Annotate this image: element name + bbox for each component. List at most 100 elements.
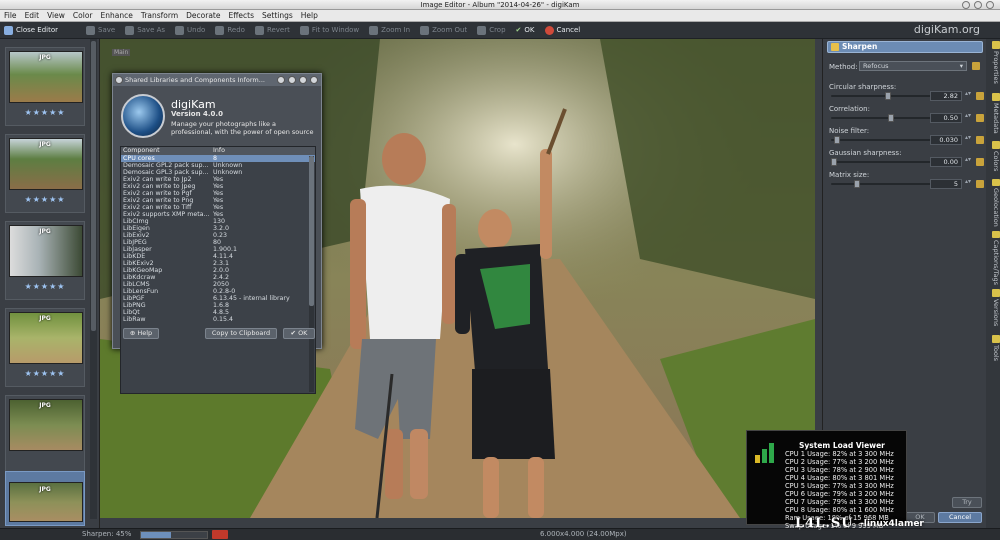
zoom-in-button[interactable]: Zoom In — [369, 25, 410, 35]
minimize-button[interactable] — [962, 1, 970, 9]
table-row[interactable]: Exiv2 can write to Png Yes — [121, 197, 315, 204]
spinner-arrows-icon[interactable]: ▴▾ — [964, 157, 972, 167]
reset-icon[interactable] — [976, 158, 984, 166]
table-row[interactable]: LibKGeoMap 2.0.0 — [121, 267, 315, 274]
slider-handle[interactable] — [831, 158, 837, 166]
table-row[interactable]: LibLCMS 2050 — [121, 281, 315, 288]
tab-tools[interactable]: Tools — [986, 335, 1000, 371]
menu-edit[interactable]: Edit — [21, 11, 44, 20]
table-row[interactable]: LibKDE 4.11.4 — [121, 253, 315, 260]
menu-transform[interactable]: Transform — [137, 11, 182, 20]
table-scrollbar-handle[interactable] — [309, 156, 314, 306]
tab-geolocation[interactable]: Geolocation — [986, 179, 1000, 227]
table-row[interactable]: LibPNG 1.6.8 — [121, 302, 315, 309]
table-row[interactable]: LibRaw 0.15.4 — [121, 316, 315, 323]
crop-button[interactable]: Crop — [477, 25, 506, 35]
thumbnail-item[interactable]: JPG ★★★★★ — [5, 221, 85, 300]
reset-icon[interactable] — [976, 180, 984, 188]
tab-properties[interactable]: Properties — [986, 41, 1000, 89]
dialog-maximize-icon[interactable] — [299, 76, 307, 84]
table-row[interactable]: LibLensFun 0.2.8-0 — [121, 288, 315, 295]
table-row[interactable]: Demosaic GPL2 pack sup... Unknown — [121, 162, 315, 169]
table-row[interactable]: Demosaic GPL3 pack sup... Unknown — [121, 169, 315, 176]
table-scrollbar[interactable] — [309, 156, 314, 392]
tab-colors[interactable]: Colors — [986, 141, 1000, 175]
ok-button[interactable]: ✔ OK — [516, 26, 535, 34]
table-row[interactable]: LibCImg 130 — [121, 218, 315, 225]
undo-button[interactable]: Undo — [175, 25, 205, 35]
thumbnail-item[interactable]: JPG ★★★★★ — [5, 47, 85, 126]
close-window-button[interactable] — [986, 1, 994, 9]
menu-view[interactable]: View — [43, 11, 69, 20]
reset-icon[interactable] — [976, 114, 984, 122]
tab-versions[interactable]: Versions — [986, 289, 1000, 331]
param-value-input[interactable]: 2.82 — [930, 91, 962, 101]
spinner-arrows-icon[interactable]: ▴▾ — [964, 113, 972, 123]
reset-icon[interactable] — [976, 92, 984, 100]
param-value-input[interactable]: 0.50 — [930, 113, 962, 123]
menu-settings[interactable]: Settings — [258, 11, 297, 20]
spinner-arrows-icon[interactable]: ▴▾ — [964, 135, 972, 145]
reset-icon[interactable] — [976, 136, 984, 144]
table-row[interactable]: LibJasper 1.900.1 — [121, 246, 315, 253]
menu-effects[interactable]: Effects — [225, 11, 259, 20]
thumbnail-scrollbar[interactable] — [90, 39, 97, 519]
param-value-input[interactable]: 0.030 — [930, 135, 962, 145]
table-row[interactable]: LibEigen 3.2.0 — [121, 225, 315, 232]
help-button[interactable]: ⊕ Help — [123, 328, 159, 339]
dialog-minimize-icon[interactable] — [288, 76, 296, 84]
zoom-out-button[interactable]: Zoom Out — [420, 25, 467, 35]
dialog-close-icon[interactable] — [310, 76, 318, 84]
dialog-menu-icon[interactable] — [115, 76, 123, 84]
slider-handle[interactable] — [884, 92, 891, 100]
cancel-button[interactable]: Cancel — [544, 25, 580, 35]
slider-handle[interactable] — [853, 180, 860, 188]
thumbnail-item[interactable]: JPG — [5, 395, 85, 474]
table-row[interactable]: Exiv2 can write to Jpeg Yes — [121, 183, 315, 190]
param-value-input[interactable]: 0.00 — [930, 157, 962, 167]
redo-button[interactable]: Redo — [215, 25, 245, 35]
table-row[interactable]: CPU cores 8 — [121, 155, 315, 162]
menu-enhance[interactable]: Enhance — [97, 11, 137, 20]
components-table[interactable]: Component Info CPU cores 8 Demosaic GPL2 p… — [120, 146, 316, 394]
table-row[interactable]: LibPGF 6.13.45 - internal library — [121, 295, 315, 302]
menu-color[interactable]: Color — [69, 11, 97, 20]
table-row[interactable]: Exiv2 can write to Tiff Yes — [121, 204, 315, 211]
reset-icon[interactable] — [972, 62, 980, 70]
table-row[interactable]: LibKExiv2 2.3.1 — [121, 260, 315, 267]
slider-handle[interactable] — [834, 136, 841, 144]
table-row[interactable]: LibJPEG 80 — [121, 239, 315, 246]
maximize-button[interactable] — [974, 1, 982, 9]
menu-help[interactable]: Help — [297, 11, 322, 20]
table-row[interactable]: LibQt 4.8.5 — [121, 309, 315, 316]
dialog-help-icon[interactable] — [277, 76, 285, 84]
thumbnail-item-selected[interactable]: JPG — [5, 471, 85, 526]
thumbnail-item[interactable]: JPG ★★★★★ — [5, 134, 85, 213]
scrollbar-handle[interactable] — [91, 41, 96, 331]
stop-icon[interactable] — [212, 530, 228, 539]
dialog-ok-button[interactable]: ✔ OK — [283, 328, 315, 339]
tab-metadata[interactable]: Metadata — [986, 93, 1000, 137]
param-value-input[interactable]: 5 — [930, 179, 962, 189]
save-as-button[interactable]: Save As — [125, 25, 165, 35]
column-header-component[interactable]: Component — [121, 147, 213, 155]
column-header-info[interactable]: Info — [213, 147, 315, 155]
slider-handle[interactable] — [888, 114, 894, 122]
panel-cancel-button[interactable]: Cancel — [938, 512, 982, 523]
fit-window-button[interactable]: Fit to Window — [299, 25, 359, 35]
table-row[interactable]: Exiv2 supports XMP meta... Yes — [121, 211, 315, 218]
menu-file[interactable]: File — [0, 11, 21, 20]
table-row[interactable]: Exiv2 can write to Jp2 Yes — [121, 176, 315, 183]
tab-captions-tags[interactable]: Captions/Tags — [986, 231, 1000, 285]
table-row[interactable]: LibExiv2 0.23 — [121, 232, 315, 239]
menu-decorate[interactable]: Decorate — [182, 11, 224, 20]
copy-clipboard-button[interactable]: Copy to Clipboard — [205, 328, 277, 339]
revert-button[interactable]: Revert — [254, 25, 290, 35]
close-editor-button[interactable]: Close Editor — [4, 25, 58, 35]
try-button[interactable]: Try — [952, 497, 982, 508]
table-row[interactable]: Exiv2 can write to Pgf Yes — [121, 190, 315, 197]
table-row[interactable]: LibKdcraw 2.4.2 — [121, 274, 315, 281]
save-button[interactable]: Save — [86, 25, 115, 35]
spinner-arrows-icon[interactable]: ▴▾ — [964, 179, 972, 189]
thumbnail-item[interactable]: JPG ★★★★★ — [5, 308, 85, 387]
